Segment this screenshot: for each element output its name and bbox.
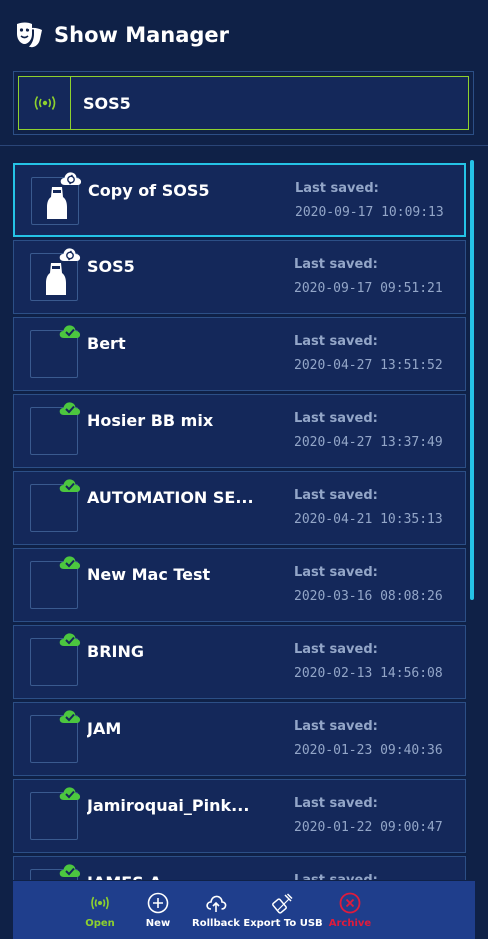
last-saved-label: Last saved:: [294, 488, 378, 503]
show-name: Copy of SOS5: [88, 181, 210, 200]
last-saved-date: 2020-09-17 09:51:21: [294, 281, 443, 296]
last-saved-label: Last saved:: [294, 642, 378, 657]
usb-edit-icon: [272, 893, 293, 914]
export-label: Export To USB: [243, 918, 323, 929]
signal-icon: [34, 96, 55, 110]
cloud-check-icon: [59, 787, 81, 800]
last-saved-date: 2020-04-27 13:37:49: [294, 435, 443, 450]
masks-icon: [17, 22, 42, 48]
show-card[interactable]: Hosier BB mix Last saved: 2020-04-27 13:37…: [13, 394, 466, 468]
divider: [0, 145, 488, 146]
bag-icon: [46, 263, 66, 295]
show-card[interactable]: Bert Last saved: 2020-04-27 13:51:52: [13, 317, 466, 391]
show-name: JAMES A...: [87, 873, 277, 880]
open-button[interactable]: Open: [71, 881, 129, 939]
current-show-name: SOS5: [83, 93, 131, 113]
cloud-check-icon: [59, 864, 81, 877]
current-show-panel[interactable]: SOS5: [13, 71, 474, 135]
last-saved-date: 2020-04-21 10:35:13: [294, 512, 443, 527]
cloud-check-icon: [59, 402, 81, 415]
last-saved-date: 2020-01-22 09:00:47: [294, 820, 443, 835]
new-label: New: [145, 918, 171, 929]
show-card[interactable]: BRING Last saved: 2020-02-13 14:56:08: [13, 625, 466, 699]
show-card[interactable]: AUTOMATION SE... Last saved: 2020-04-21 10…: [13, 471, 466, 545]
plus-circle-icon: [147, 892, 169, 914]
show-name: Hosier BB mix: [87, 411, 214, 430]
show-name: Jamiroquai_Pink...: [87, 796, 250, 815]
show-card[interactable]: JAMES A... Last saved:: [13, 856, 466, 880]
show-card[interactable]: SOS5 Last saved: 2020-09-17 09:51:21: [13, 240, 466, 314]
show-card[interactable]: Jamiroquai_Pink... Last saved: 2020-01-22 …: [13, 779, 466, 853]
cloud-rollback-icon: [206, 895, 227, 912]
cloud-check-icon: [59, 325, 81, 338]
last-saved-label: Last saved:: [294, 873, 378, 880]
archive-button[interactable]: Archive: [321, 881, 379, 939]
show-name: AUTOMATION SE...: [87, 488, 254, 507]
show-name: New Mac Test: [87, 565, 211, 584]
last-saved-label: Last saved:: [294, 411, 378, 426]
last-saved-date: 2020-03-16 08:08:26: [294, 589, 443, 604]
page-title: Show Manager: [54, 23, 230, 47]
last-saved-label: Last saved:: [294, 719, 378, 734]
export-usb-button[interactable]: Export To USB: [243, 881, 323, 939]
show-card[interactable]: JAM Last saved: 2020-01-23 09:40:36: [13, 702, 466, 776]
cloud-sync-icon: [59, 248, 81, 261]
last-saved-date: 2020-09-17 10:09:13: [295, 205, 444, 220]
close-circle-icon: [339, 892, 361, 914]
cloud-check-icon: [59, 633, 81, 646]
cloud-check-icon: [59, 556, 81, 569]
last-saved-label: Last saved:: [294, 257, 378, 272]
scrollbar-thumb[interactable]: [470, 160, 474, 600]
bag-icon: [47, 187, 67, 219]
last-saved-date: 2020-04-27 13:51:52: [294, 358, 443, 373]
show-card[interactable]: Copy of SOS5 Last saved: 2020-09-17 10:09:…: [13, 163, 466, 237]
last-saved-date: 2020-02-13 14:56:08: [294, 666, 443, 681]
current-show-icon-box: [19, 77, 71, 129]
rollback-label: Rollback: [192, 918, 240, 929]
last-saved-label: Last saved:: [295, 181, 379, 196]
app-header: Show Manager: [0, 0, 488, 70]
current-show-box[interactable]: SOS5: [18, 76, 469, 130]
signal-icon: [91, 896, 109, 910]
last-saved-date: 2020-01-23 09:40:36: [294, 743, 443, 758]
new-button[interactable]: New: [129, 881, 187, 939]
cloud-check-icon: [59, 710, 81, 723]
show-name: SOS5: [87, 257, 135, 276]
show-card[interactable]: New Mac Test Last saved: 2020-03-16 08:08:…: [13, 548, 466, 622]
show-name: JAM: [87, 719, 122, 738]
last-saved-label: Last saved:: [294, 565, 378, 580]
last-saved-label: Last saved:: [294, 796, 378, 811]
bottom-toolbar: Open New Rollback Export To USB Archive: [13, 881, 475, 939]
rollback-button[interactable]: Rollback: [187, 881, 245, 939]
last-saved-label: Last saved:: [294, 334, 378, 349]
show-name: BRING: [87, 642, 144, 661]
archive-label: Archive: [328, 918, 372, 929]
open-label: Open: [85, 918, 115, 929]
show-name: Bert: [87, 334, 126, 353]
cloud-sync-icon: [60, 172, 82, 185]
show-list[interactable]: Copy of SOS5 Last saved: 2020-09-17 10:09:…: [0, 160, 488, 880]
cloud-check-icon: [59, 479, 81, 492]
